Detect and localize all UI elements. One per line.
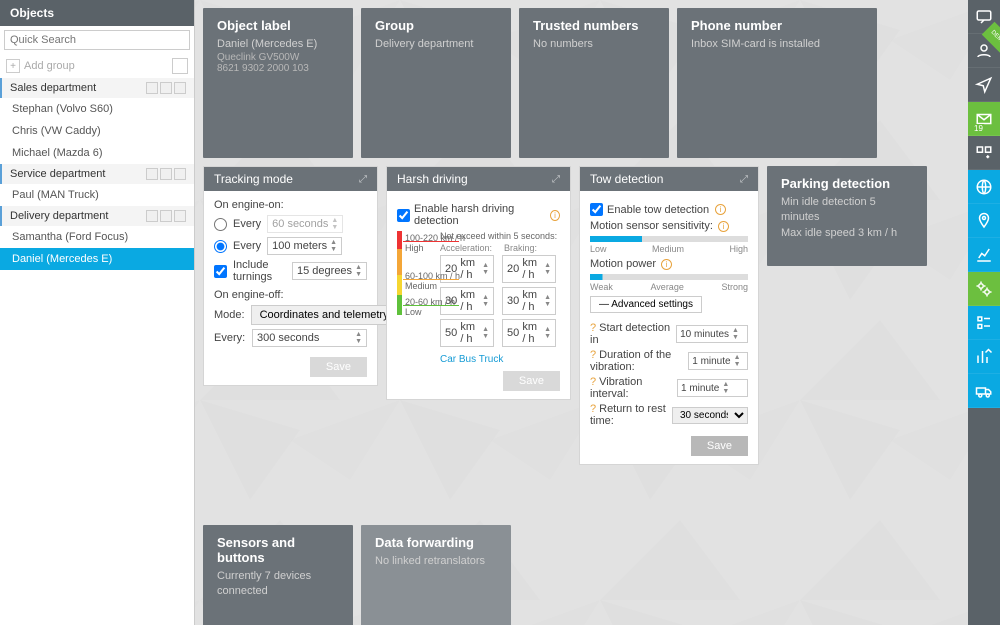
rail-checklist-icon[interactable]	[968, 306, 1000, 340]
group-action-icon[interactable]	[160, 82, 172, 94]
every-meters-radio[interactable]	[214, 240, 227, 253]
meters-spinner[interactable]: 100 meters▲▼	[267, 237, 342, 255]
preset-links[interactable]: Car Bus Truck	[440, 354, 503, 365]
card-phone[interactable]: Phone number Inbox SIM-card is installed	[677, 8, 877, 158]
card-sensors[interactable]: Sensors and buttons Currently 7 devices …	[203, 525, 353, 625]
harsh-enable-check[interactable]	[397, 209, 410, 222]
sensitivity-slider[interactable]	[590, 236, 748, 242]
group-delivery[interactable]: Delivery department	[0, 206, 194, 226]
brake-high[interactable]: 20 km / h▲▼	[502, 255, 556, 283]
info-icon[interactable]: i	[661, 259, 672, 270]
expand-icon[interactable]: ⤢	[740, 174, 748, 185]
rail-gear-icon[interactable]	[968, 272, 1000, 306]
every-seconds-radio[interactable]	[214, 218, 227, 231]
rail-truck-icon[interactable]	[968, 374, 1000, 408]
power-slider[interactable]	[590, 274, 748, 280]
card-object-label[interactable]: Object label Daniel (Mercedes E) Queclin…	[203, 8, 353, 158]
rail-layout-icon[interactable]	[968, 136, 1000, 170]
rail-user-icon[interactable]: DEMO	[968, 34, 1000, 68]
panel-tow-detection: Tow detection⤢ Enable tow detectioni Mot…	[579, 166, 759, 465]
harsh-save-button[interactable]: Save	[503, 371, 560, 391]
card-group[interactable]: Group Delivery department	[361, 8, 511, 158]
card-parking[interactable]: Parking detection Min idle detection 5 m…	[767, 166, 927, 266]
brake-med[interactable]: 30 km / h▲▼	[502, 287, 556, 315]
group-action-icon[interactable]	[146, 210, 158, 222]
group-sales[interactable]: Sales department	[0, 78, 194, 98]
object-item[interactable]: Paul (MAN Truck)	[0, 184, 194, 206]
group-action-icon[interactable]	[146, 168, 158, 180]
object-item-selected[interactable]: Daniel (Mercedes E)	[0, 248, 194, 270]
object-item[interactable]: Samantha (Ford Focus)	[0, 226, 194, 248]
start-detect-spinner[interactable]: 10 minutes▲▼	[676, 325, 748, 343]
pin-icon[interactable]	[172, 58, 188, 74]
group-service[interactable]: Service department	[0, 164, 194, 184]
objects-panel: Objects + Add group Sales department Ste…	[0, 0, 195, 625]
group-action-icon[interactable]	[146, 82, 158, 94]
right-rail: DEMO 19	[968, 0, 1000, 625]
group-action-icon[interactable]	[174, 210, 186, 222]
advanced-toggle[interactable]: — Advanced settings	[590, 296, 702, 313]
rail-chart-icon[interactable]	[968, 238, 1000, 272]
rail-mail-icon[interactable]: 19	[968, 102, 1000, 136]
group-action-icon[interactable]	[160, 210, 172, 222]
group-action-icon[interactable]	[174, 82, 186, 94]
add-group-label: Add group	[24, 60, 75, 72]
degrees-spinner[interactable]: 15 degrees▲▼	[292, 262, 367, 280]
panel-tracking-mode: Tracking mode⤢ On engine-on: Every 60 se…	[203, 166, 378, 386]
card-trusted[interactable]: Trusted numbers No numbers	[519, 8, 669, 158]
rail-pin-icon[interactable]	[968, 204, 1000, 238]
object-item[interactable]: Michael (Mazda 6)	[0, 142, 194, 164]
speed-scale: 100-220 km / hHigh 60-100 km / hMedium 2…	[397, 231, 434, 321]
expand-icon[interactable]: ⤢	[359, 174, 367, 185]
tow-save-button[interactable]: Save	[691, 436, 748, 456]
objects-title: Objects	[0, 0, 194, 26]
rail-stats-icon[interactable]	[968, 340, 1000, 374]
add-group-row[interactable]: + Add group	[0, 54, 194, 78]
main-area: Object label Daniel (Mercedes E) Queclin…	[195, 0, 1000, 625]
plus-icon: +	[6, 59, 20, 73]
object-item[interactable]: Stephan (Volvo S60)	[0, 98, 194, 120]
rail-globe-icon[interactable]	[968, 170, 1000, 204]
info-icon[interactable]: i	[550, 210, 560, 221]
rest-time-select[interactable]: 30 seconds	[672, 407, 748, 424]
info-icon[interactable]: i	[718, 221, 729, 232]
card-data-forwarding[interactable]: Data forwarding No linked retranslators	[361, 525, 511, 625]
accel-low[interactable]: 50 km / h▲▼	[440, 319, 494, 347]
panel-harsh-driving: Harsh driving⤢ Enable harsh driving dete…	[386, 166, 571, 400]
brake-low[interactable]: 50 km / h▲▼	[502, 319, 556, 347]
vibration-dur-spinner[interactable]: 1 minute▲▼	[688, 352, 748, 370]
tow-enable-check[interactable]	[590, 203, 603, 216]
include-turnings-check[interactable]	[214, 265, 227, 278]
vibration-int-spinner[interactable]: 1 minute▲▼	[677, 379, 748, 397]
tracking-save-button[interactable]: Save	[310, 357, 367, 377]
search-input[interactable]	[4, 30, 190, 50]
off-seconds-spinner[interactable]: 300 seconds▲▼	[252, 329, 367, 347]
seconds-spinner[interactable]: 60 seconds▲▼	[267, 215, 343, 233]
info-icon[interactable]: i	[715, 204, 726, 215]
group-action-icon[interactable]	[174, 168, 186, 180]
group-action-icon[interactable]	[160, 168, 172, 180]
rail-nav-plus-icon[interactable]	[968, 68, 1000, 102]
object-item[interactable]: Chris (VW Caddy)	[0, 120, 194, 142]
expand-icon[interactable]: ⤢	[552, 174, 560, 185]
